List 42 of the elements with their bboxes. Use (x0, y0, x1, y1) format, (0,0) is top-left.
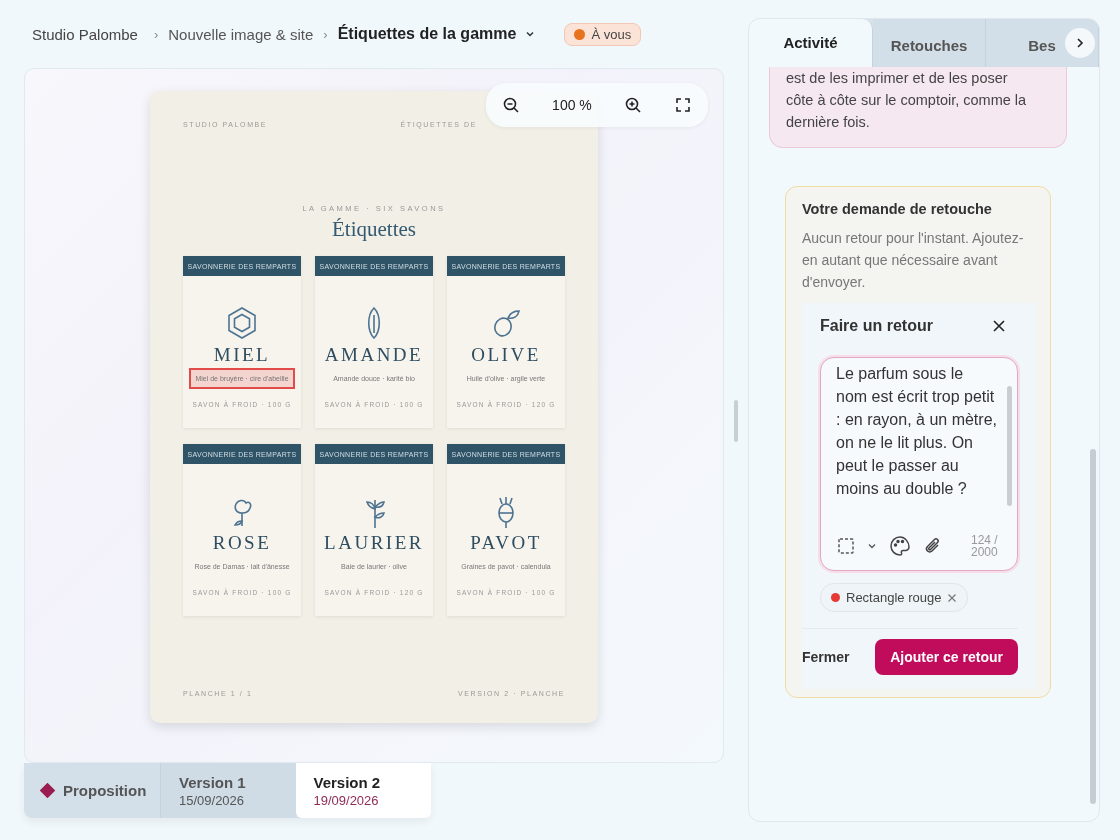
breadcrumb-separator: › (153, 26, 159, 42)
chevron-right-icon (1075, 37, 1085, 49)
breadcrumb-link[interactable]: Nouvelle image & site (168, 25, 314, 43)
annotation-chip: Rectangle rouge (820, 583, 969, 612)
soap-name: PAVOT (470, 532, 542, 554)
sheet-title: Étiquettes (331, 217, 417, 242)
palette-icon[interactable] (889, 535, 911, 557)
soap-name: MIEL (213, 344, 271, 366)
zoom-out-icon[interactable] (502, 96, 520, 114)
selection-icon[interactable] (837, 537, 855, 555)
request-text: Aucun retour pour l'instant. Ajoutez-en autant que nécessaire avant d'envoyer. (802, 229, 1025, 292)
request-title: Votre demande de retouche (802, 201, 993, 217)
version-tab[interactable]: Version 1 15/09/2026 (160, 763, 296, 818)
add-feedback-button[interactable]: Ajouter ce retour (875, 639, 1018, 675)
panel-tab[interactable]: Retouches (873, 19, 987, 67)
scrollbar[interactable] (1007, 386, 1012, 506)
scrollbar[interactable] (1090, 449, 1096, 804)
remove-icon[interactable] (947, 592, 958, 603)
resize-handle[interactable] (734, 400, 738, 442)
status-badge: À vous (564, 22, 642, 46)
close-button[interactable]: Fermer (802, 649, 850, 665)
feedback-text: Le parfum sous le nom est écrit trop petit : en rayon, à un mètre, on ne le lit plus. On peut le passer au moins au double ? (836, 364, 998, 499)
fullscreen-icon[interactable] (674, 96, 692, 114)
panel-tab[interactable]: Activité (749, 19, 874, 67)
caret-icon[interactable] (867, 541, 877, 551)
version-tab[interactable]: Proposition (24, 763, 160, 818)
character-counter: 124 / 2000 (971, 534, 999, 558)
soap-name: OLIVE (471, 344, 541, 366)
zoom-in-icon[interactable] (623, 96, 642, 114)
form-title: Faire un retour (820, 317, 933, 335)
breadcrumb-link[interactable]: Étiquettes de la gamme (337, 25, 517, 43)
hexagon-icon (225, 305, 259, 341)
version-tab[interactable]: Version 2 19/09/2026 (295, 763, 431, 818)
zoom-level: 100 % (552, 97, 592, 113)
breadcrumb-link[interactable]: Studio Palombe (32, 25, 138, 43)
soap-name: AMANDE (324, 344, 424, 366)
feedback-field[interactable]: Le parfum sous le nom est écrit trop petit : en rayon, à un mètre, on ne le lit plus. On peut le passer au moins au double ? 124 / 2000 (820, 357, 1018, 571)
breadcrumb-separator: › (323, 26, 328, 42)
close-icon[interactable] (992, 319, 1006, 333)
soap-name: ROSE (212, 532, 272, 554)
message-text: est de les imprimer et de les poser côte à côte sur le comptoir, comme la dernière fois. (786, 69, 1028, 132)
soap-name: LAURIER (324, 532, 424, 554)
